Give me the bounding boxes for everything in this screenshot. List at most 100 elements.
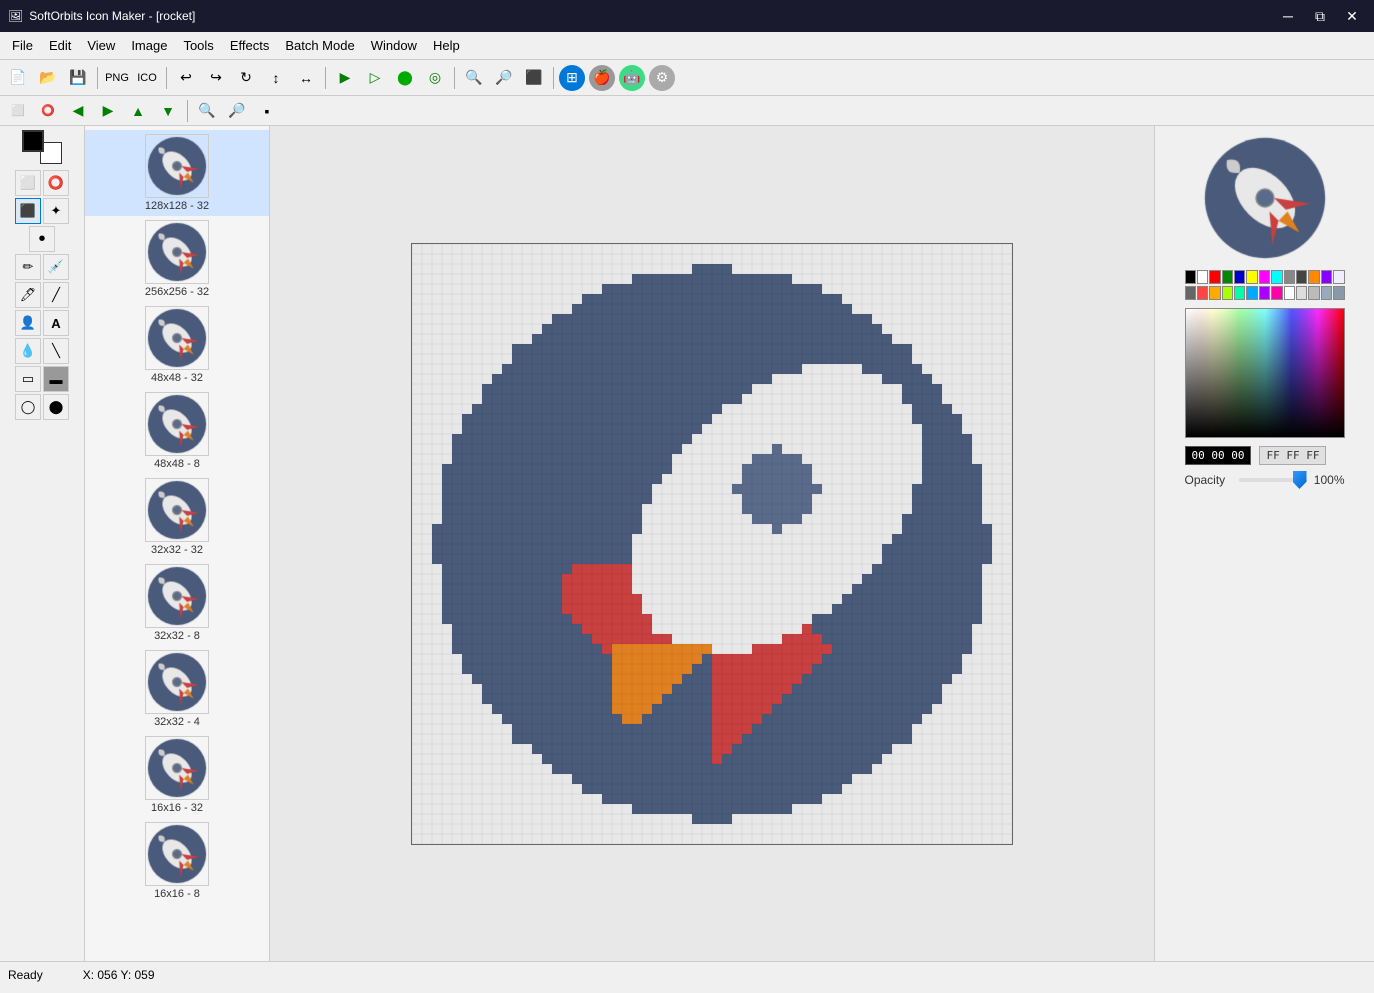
tool-magic-wand[interactable]: ✦ [43,198,69,224]
play4-button[interactable]: ◎ [421,64,449,92]
flip-v-button[interactable]: ↕ [262,64,290,92]
save-button[interactable]: 💾 [64,64,92,92]
thumbnail-item-1[interactable]: 256x256 - 32 [85,216,269,302]
menu-file[interactable]: File [4,34,41,57]
color-swatch[interactable] [1234,286,1245,300]
export-ico-button[interactable]: ICO [133,64,161,92]
menu-tools[interactable]: Tools [175,34,221,57]
tool-nav-down[interactable]: ▼ [154,97,182,125]
tool-rect-select[interactable]: ⬜ [15,170,41,196]
restore-button[interactable]: ⧉ [1306,2,1334,30]
canvas-area[interactable] [270,126,1154,961]
thumbnail-item-3[interactable]: 48x48 - 8 [85,388,269,474]
color-swatch[interactable] [1222,286,1233,300]
export-png-button[interactable]: PNG [103,64,131,92]
menu-window[interactable]: Window [363,34,425,57]
color-swatch[interactable] [1246,286,1257,300]
color-swatch[interactable] [1321,270,1332,284]
thumbnail-item-8[interactable]: 16x16 - 8 [85,818,269,904]
tool-rect-outline[interactable]: ▭ [15,366,41,392]
tool-rect-fill[interactable]: ▬ [43,366,69,392]
color-swatch[interactable] [1284,286,1295,300]
tool-nav-up[interactable]: ▲ [124,97,152,125]
opacity-slider[interactable] [1239,478,1307,482]
menu-batchmode[interactable]: Batch Mode [277,34,362,57]
tool-dropper[interactable]: 💧 [15,338,41,364]
color-swatch[interactable] [1271,270,1282,284]
zoom-in-button[interactable]: 🔍 [460,64,488,92]
apple-icon[interactable]: 🍎 [589,65,615,91]
color-swatch[interactable] [1185,270,1196,284]
tool-line-diag[interactable]: ╱ [43,282,69,308]
new-button[interactable]: 📄 [4,64,32,92]
close-button[interactable]: ✕ [1338,2,1366,30]
color-swatch[interactable] [1284,270,1295,284]
flip-h-button[interactable]: ↔ [292,64,320,92]
color-swatch[interactable] [1197,286,1208,300]
redo-button[interactable]: ↪ [202,64,230,92]
color-swatch[interactable] [1296,270,1307,284]
zoom-fit-button[interactable]: ⬛ [520,64,548,92]
menu-help[interactable]: Help [425,34,468,57]
tool-pencil[interactable]: ✏ [15,254,41,280]
play2-button[interactable]: ▷ [361,64,389,92]
pixel-canvas[interactable] [411,243,1013,845]
tool-ellipse-select[interactable]: ⭕ [43,170,69,196]
color-swatch[interactable] [1321,286,1332,300]
undo-button[interactable]: ↩ [172,64,200,92]
color-swatch[interactable] [1197,270,1208,284]
tool-nav-back[interactable]: ◀ [64,97,92,125]
play3-button[interactable]: ⬤ [391,64,419,92]
rotate-button[interactable]: ↻ [232,64,260,92]
tool-select-ellipse[interactable]: ⭕ [34,97,62,125]
menu-view[interactable]: View [79,34,123,57]
color-swatch[interactable] [1308,270,1319,284]
thumbnail-item-4[interactable]: 32x32 - 32 [85,474,269,560]
color-swatch[interactable] [1296,286,1307,300]
color-gradient-picker[interactable] [1185,308,1345,438]
tool-eraser-diag[interactable]: ╲ [43,338,69,364]
color-swatch[interactable] [1308,286,1319,300]
color-swatch[interactable] [1234,270,1245,284]
tool-color-pick[interactable]: 💉 [43,254,69,280]
color-swatch[interactable] [1259,286,1270,300]
thumbnail-item-7[interactable]: 16x16 - 32 [85,732,269,818]
color-swatch[interactable] [1333,286,1344,300]
settings-icon[interactable]: ⚙ [649,65,675,91]
play-button[interactable]: ▶ [331,64,359,92]
color-swatch[interactable] [1333,270,1344,284]
thumbnail-item-0[interactable]: 128x128 - 32 [85,130,269,216]
color-swatch[interactable] [1259,270,1270,284]
tool-dot[interactable]: • [29,226,55,252]
tool-ellipse-fill[interactable]: ⬤ [43,394,69,420]
windows-icon[interactable]: ⊞ [559,65,585,91]
tool-text[interactable]: A [43,310,69,336]
zoom-out-button[interactable]: 🔎 [490,64,518,92]
tool-brush[interactable]: 🖊 [15,282,41,308]
color-swatch[interactable] [1209,286,1220,300]
menu-effects[interactable]: Effects [222,34,278,57]
tool-stamp[interactable]: 👤 [15,310,41,336]
minimize-button[interactable]: ─ [1274,2,1302,30]
fg-bg-colors[interactable] [22,130,62,164]
foreground-hex-value[interactable]: 00 00 00 [1185,446,1252,465]
color-swatch[interactable] [1185,286,1196,300]
foreground-color-square[interactable] [22,130,44,152]
background-hex-value[interactable]: FF FF FF [1259,446,1326,465]
menu-edit[interactable]: Edit [41,34,79,57]
color-swatch[interactable] [1222,270,1233,284]
thumbnail-item-6[interactable]: 32x32 - 4 [85,646,269,732]
thumbnail-item-2[interactable]: 48x48 - 32 [85,302,269,388]
color-swatch[interactable] [1246,270,1257,284]
color-swatch[interactable] [1271,286,1282,300]
tool-lasso[interactable]: ⬛ [15,198,41,224]
tool-select-rect[interactable]: ⬜ [4,97,32,125]
zoom-square[interactable]: ▪ [253,97,281,125]
zoom-plus-small[interactable]: 🔍 [193,97,221,125]
zoom-minus-small[interactable]: 🔎 [223,97,251,125]
android-icon[interactable]: 🤖 [619,65,645,91]
tool-nav-forward[interactable]: ▶ [94,97,122,125]
color-swatch[interactable] [1209,270,1220,284]
open-button[interactable]: 📂 [34,64,62,92]
thumbnail-item-5[interactable]: 32x32 - 8 [85,560,269,646]
